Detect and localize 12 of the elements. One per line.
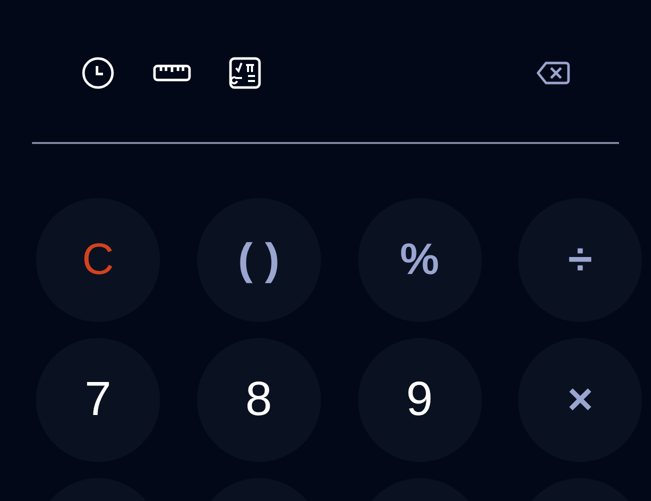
digit-key[interactable]: 8 [196, 338, 321, 462]
math-symbols-icon[interactable] [228, 57, 260, 89]
clear-key[interactable]: C [36, 198, 160, 322]
digit-key[interactable]: 9 [358, 338, 482, 462]
backspace-icon[interactable] [536, 61, 570, 85]
operator-key[interactable]: % [358, 198, 482, 322]
clock-icon[interactable] [81, 56, 115, 90]
operator-key[interactable]: ( ) [196, 198, 321, 322]
operator-key[interactable]: × [518, 338, 642, 462]
operator-key[interactable]: ÷ [518, 198, 642, 322]
ruler-icon[interactable] [152, 64, 191, 82]
digit-key[interactable]: 7 [36, 338, 160, 462]
